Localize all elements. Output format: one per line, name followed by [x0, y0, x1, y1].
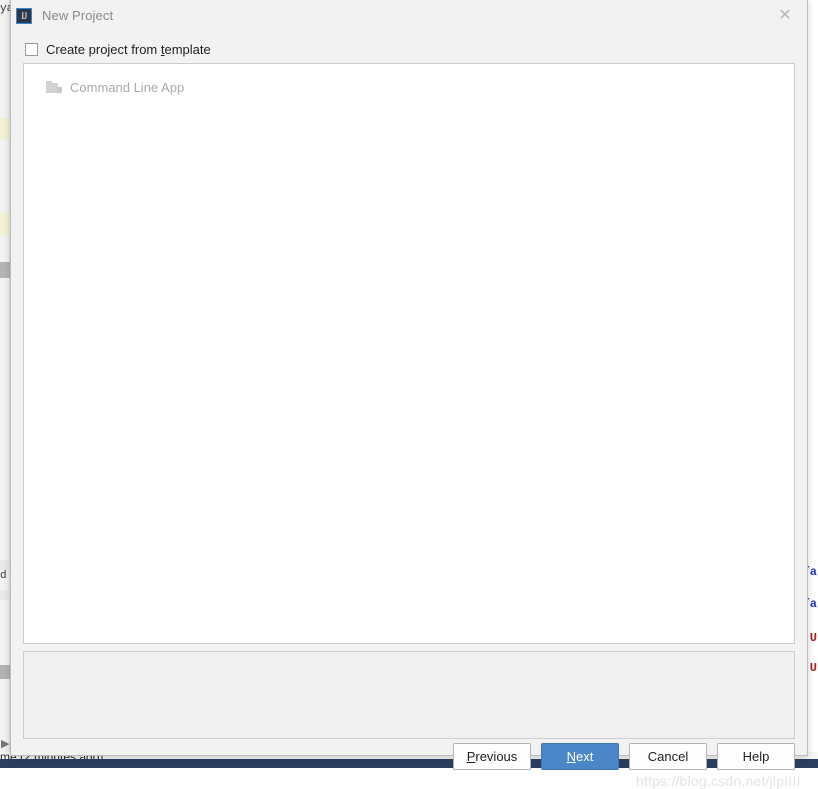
create-from-template-checkbox[interactable] — [25, 42, 38, 56]
previous-button[interactable]: Previous — [453, 743, 531, 770]
list-item-label: Command Line App — [70, 79, 185, 95]
checkbox-label-after: emplate — [164, 41, 211, 57]
checkbox-label-before: Create project from — [46, 41, 161, 57]
dialog-body: Create project from template Command Lin… — [11, 31, 807, 789]
previous-button-label-after: revious — [475, 749, 518, 764]
next-button-label-after: ext — [576, 749, 594, 764]
description-panel — [23, 651, 795, 739]
background-code-fragment: U — [809, 631, 817, 645]
previous-button-mnemonic: P — [466, 749, 476, 764]
intellij-idea-icon-text: IJ — [21, 10, 27, 21]
close-icon[interactable]: ✕ — [773, 4, 797, 28]
background-left-text-secondary: d — [0, 570, 7, 582]
dialog-button-bar: Previous Next Cancel Help — [11, 743, 809, 770]
create-from-template-label: Create project from template — [46, 42, 211, 57]
next-button-mnemonic: N — [566, 749, 577, 764]
template-list-panel[interactable]: Command Line App — [23, 63, 795, 644]
background-code-fragment: U — [809, 661, 817, 675]
help-button-label: Help — [742, 749, 770, 764]
dialog-title: New Project — [42, 8, 114, 23]
intellij-idea-icon: IJ — [16, 7, 32, 24]
create-from-template-row[interactable]: Create project from template — [25, 39, 211, 59]
folder-icon — [46, 80, 62, 94]
cancel-button-label: Cancel — [647, 749, 689, 764]
dialog-titlebar[interactable]: IJ New Project ✕ — [11, 0, 807, 31]
new-project-dialog: IJ New Project ✕ Create project from tem… — [10, 0, 808, 789]
next-button[interactable]: Next — [541, 743, 619, 770]
screen: ya d /a/a U U ▶ me (2 minutes ago) IJ New … — [0, 0, 818, 789]
watermark: https://blog.csdn.net/jlpIIII — [636, 773, 801, 789]
list-item[interactable]: Command Line App — [24, 76, 794, 98]
cancel-button[interactable]: Cancel — [629, 743, 707, 770]
background-gutter — [0, 0, 10, 752]
help-button[interactable]: Help — [717, 743, 795, 770]
